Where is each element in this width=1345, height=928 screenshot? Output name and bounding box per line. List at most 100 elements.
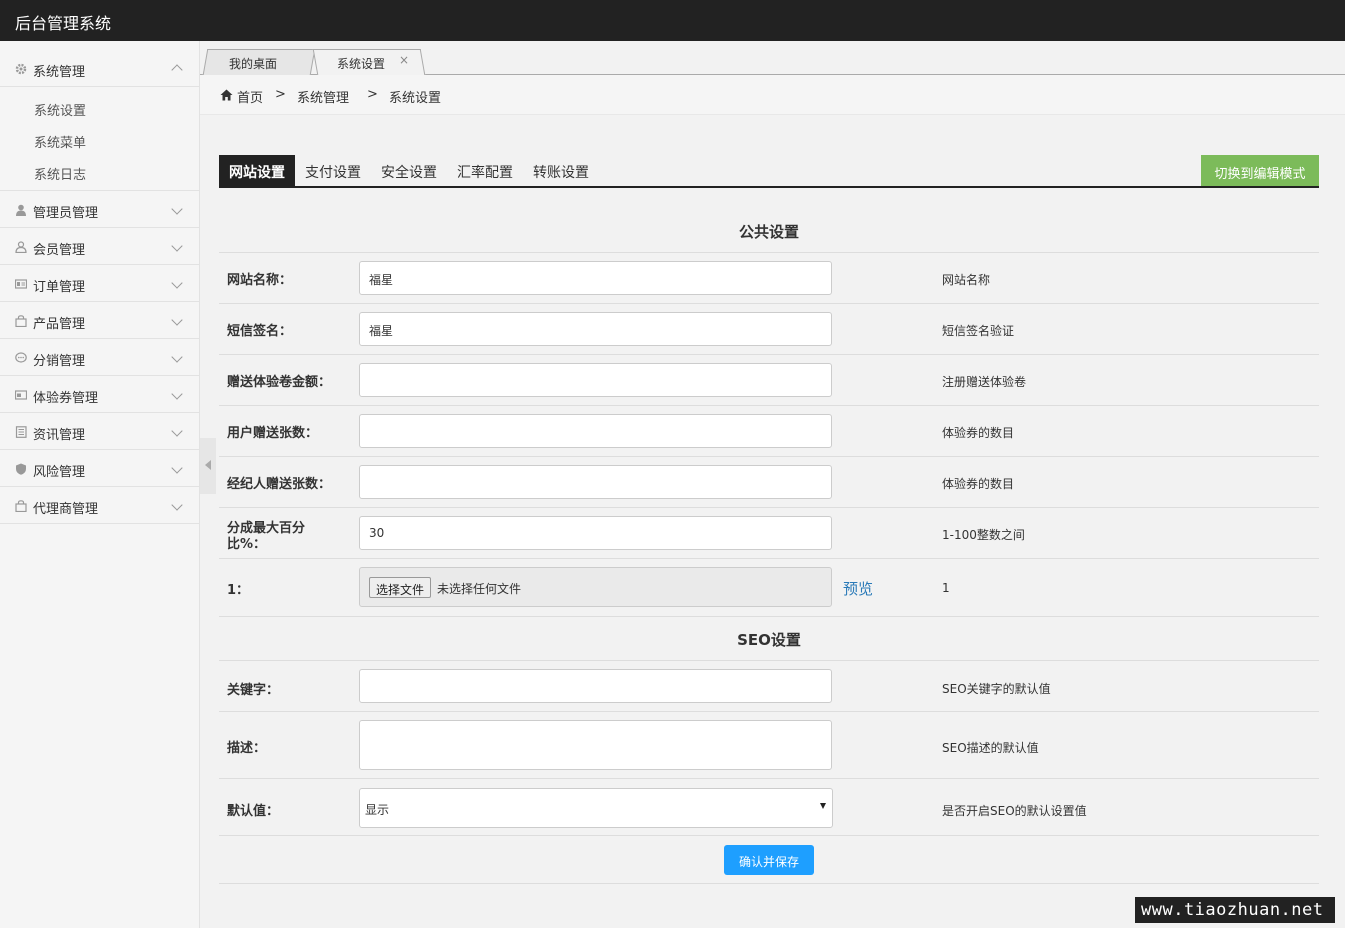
field-label: 赠送体验卷金额：: [227, 375, 332, 390]
description-textarea[interactable]: [359, 720, 832, 770]
keywords-input[interactable]: [359, 669, 832, 703]
sidebar-group-news[interactable]: 资讯管理: [0, 413, 199, 450]
field-hint: 网站名称: [942, 273, 991, 287]
breadcrumb: 首页 > 系统管理 > 系统设置: [200, 75, 1345, 115]
field-label: 默认值：: [227, 804, 280, 819]
watermark: www.tiaozhuan.net: [1135, 897, 1335, 923]
field-hint: 1: [942, 581, 950, 595]
sidebar-group-system[interactable]: 系统管理: [0, 41, 199, 87]
sidebar-item-system-log[interactable]: 系统日志: [0, 156, 199, 188]
settings-panel: 网站设置 支付设置 安全设置 汇率配置 转账设置 切换到编辑模式 公共设置 网站…: [219, 155, 1319, 884]
default-select-value: 显示: [365, 803, 390, 817]
chevron-down-icon: [171, 462, 183, 474]
form-row-default: 默认值： 显示 是否开启SEO的默认设置值: [219, 779, 1319, 836]
tab-payment-settings[interactable]: 支付设置: [305, 155, 361, 186]
field-hint: SEO关键字的默认值: [942, 682, 1051, 696]
tab-security-settings[interactable]: 安全设置: [381, 155, 437, 186]
field-hint: 短信签名验证: [942, 324, 1015, 338]
form-row-site-name: 网站名称： 福星 网站名称: [219, 253, 1319, 304]
choose-file-button[interactable]: 选择文件: [369, 577, 432, 598]
home-icon: [220, 89, 233, 101]
field-label: 用户赠送张数：: [227, 426, 319, 441]
field-label: 1：: [227, 583, 250, 598]
tab-transfer-settings[interactable]: 转账设置: [533, 155, 589, 186]
tab-exchange-rate[interactable]: 汇率配置: [457, 155, 513, 186]
shield-icon: [16, 463, 26, 475]
sidebar-item-system-settings[interactable]: 系统设置: [0, 92, 199, 124]
site-name-input[interactable]: 福星: [359, 261, 832, 295]
sidebar-group-label: 体验券管理: [33, 391, 99, 406]
breadcrumb-home[interactable]: 首页: [237, 87, 263, 106]
sidebar-collapse-handle[interactable]: [200, 438, 216, 494]
chevron-down-icon: [171, 499, 183, 511]
dropdown-arrow-icon: [820, 803, 826, 809]
section-title-seo: SEO设置: [737, 631, 801, 649]
switch-edit-mode-button[interactable]: 切换到编辑模式: [1201, 155, 1319, 186]
sidebar-group-risk[interactable]: 风险管理: [0, 450, 199, 487]
sidebar-group-label: 代理商管理: [33, 502, 99, 517]
chevron-down-icon: [171, 203, 183, 215]
top-bar: 后台管理系统: [0, 0, 1345, 41]
form-row-description: 描述： SEO描述的默认值: [219, 712, 1319, 779]
preview-link[interactable]: 预览: [843, 578, 873, 599]
sidebar-group-label: 资讯管理: [33, 428, 86, 443]
sidebar-group-product[interactable]: 产品管理: [0, 302, 199, 339]
chevron-down-icon: [171, 314, 183, 326]
tab-system-settings[interactable]: 系统设置 ×: [312, 49, 426, 75]
chevron-up-icon: [171, 64, 183, 76]
chevron-down-icon: [171, 240, 183, 252]
sidebar-group-admin[interactable]: 管理员管理: [0, 191, 199, 228]
gear-icon: [15, 63, 27, 75]
news-icon: [15, 426, 27, 438]
sidebar-group-label: 订单管理: [33, 280, 86, 295]
field-hint: 1-100整数之间: [942, 528, 1025, 542]
close-icon[interactable]: ×: [399, 53, 409, 67]
order-icon: [15, 279, 27, 289]
gift-amount-input[interactable]: [359, 363, 832, 397]
user-gift-count-input[interactable]: [359, 414, 832, 448]
sidebar: 系统管理 系统设置 系统菜单 系统日志 管理员管理 会员管理 订单管理 产品管理…: [0, 41, 200, 928]
form-row-actions: 确认并保存: [219, 836, 1319, 884]
breadcrumb-level2: 系统设置: [389, 91, 442, 106]
breadcrumb-level1[interactable]: 系统管理: [297, 87, 349, 106]
file-status: 未选择任何文件: [437, 582, 522, 596]
sidebar-group-label: 管理员管理: [33, 206, 99, 221]
tab-label: 系统设置: [337, 57, 386, 71]
bag-icon: [15, 315, 27, 327]
chevron-down-icon: [171, 277, 183, 289]
card-icon: [15, 390, 27, 400]
sidebar-item-system-menu[interactable]: 系统菜单: [0, 124, 199, 156]
form-row-file: 1： 选择文件 未选择任何文件 预览 1: [219, 559, 1319, 617]
sidebar-group-label: 产品管理: [33, 317, 86, 332]
agent-gift-count-input[interactable]: [359, 465, 832, 499]
tab-site-settings[interactable]: 网站设置: [219, 155, 295, 186]
form-row-user-gift-count: 用户赠送张数： 体验券的数目: [219, 406, 1319, 457]
chevron-down-icon: [171, 425, 183, 437]
tab-my-desktop[interactable]: 我的桌面: [202, 49, 316, 75]
tab-label: 我的桌面: [229, 57, 278, 71]
chevron-down-icon: [171, 388, 183, 400]
default-select[interactable]: 显示: [359, 788, 833, 828]
sidebar-group-order[interactable]: 订单管理: [0, 265, 199, 302]
app-title: 后台管理系统: [15, 14, 112, 33]
sidebar-group-label: 风险管理: [33, 465, 86, 480]
field-hint: SEO描述的默认值: [942, 741, 1039, 755]
section-title-public: 公共设置: [738, 223, 799, 241]
sidebar-group-agent[interactable]: 代理商管理: [0, 487, 199, 524]
sidebar-group-label: 系统管理: [33, 65, 86, 80]
form-row-max-percent: 分成最大百分 比%： 30 1-100整数之间: [219, 508, 1319, 559]
sidebar-group-label: 分销管理: [33, 354, 86, 369]
sms-sign-input[interactable]: 福星: [359, 312, 832, 346]
sidebar-group-voucher[interactable]: 体验券管理: [0, 376, 199, 413]
sidebar-group-distribution[interactable]: 分销管理: [0, 339, 199, 376]
max-percent-input[interactable]: 30: [359, 516, 832, 550]
form-row-sms-sign: 短信签名： 福星 短信签名验证: [219, 304, 1319, 355]
form-row-keywords: 关键字： SEO关键字的默认值: [219, 661, 1319, 712]
field-label: 描述：: [227, 741, 267, 756]
bag-icon: [15, 500, 27, 512]
sidebar-group-member[interactable]: 会员管理: [0, 228, 199, 265]
form-row-gift-amount: 赠送体验卷金额： 注册赠送体验卷: [219, 355, 1319, 406]
chevron-down-icon: [171, 351, 183, 363]
sidebar-subnav: 系统设置 系统菜单 系统日志: [0, 87, 199, 191]
confirm-save-button[interactable]: 确认并保存: [724, 845, 814, 875]
